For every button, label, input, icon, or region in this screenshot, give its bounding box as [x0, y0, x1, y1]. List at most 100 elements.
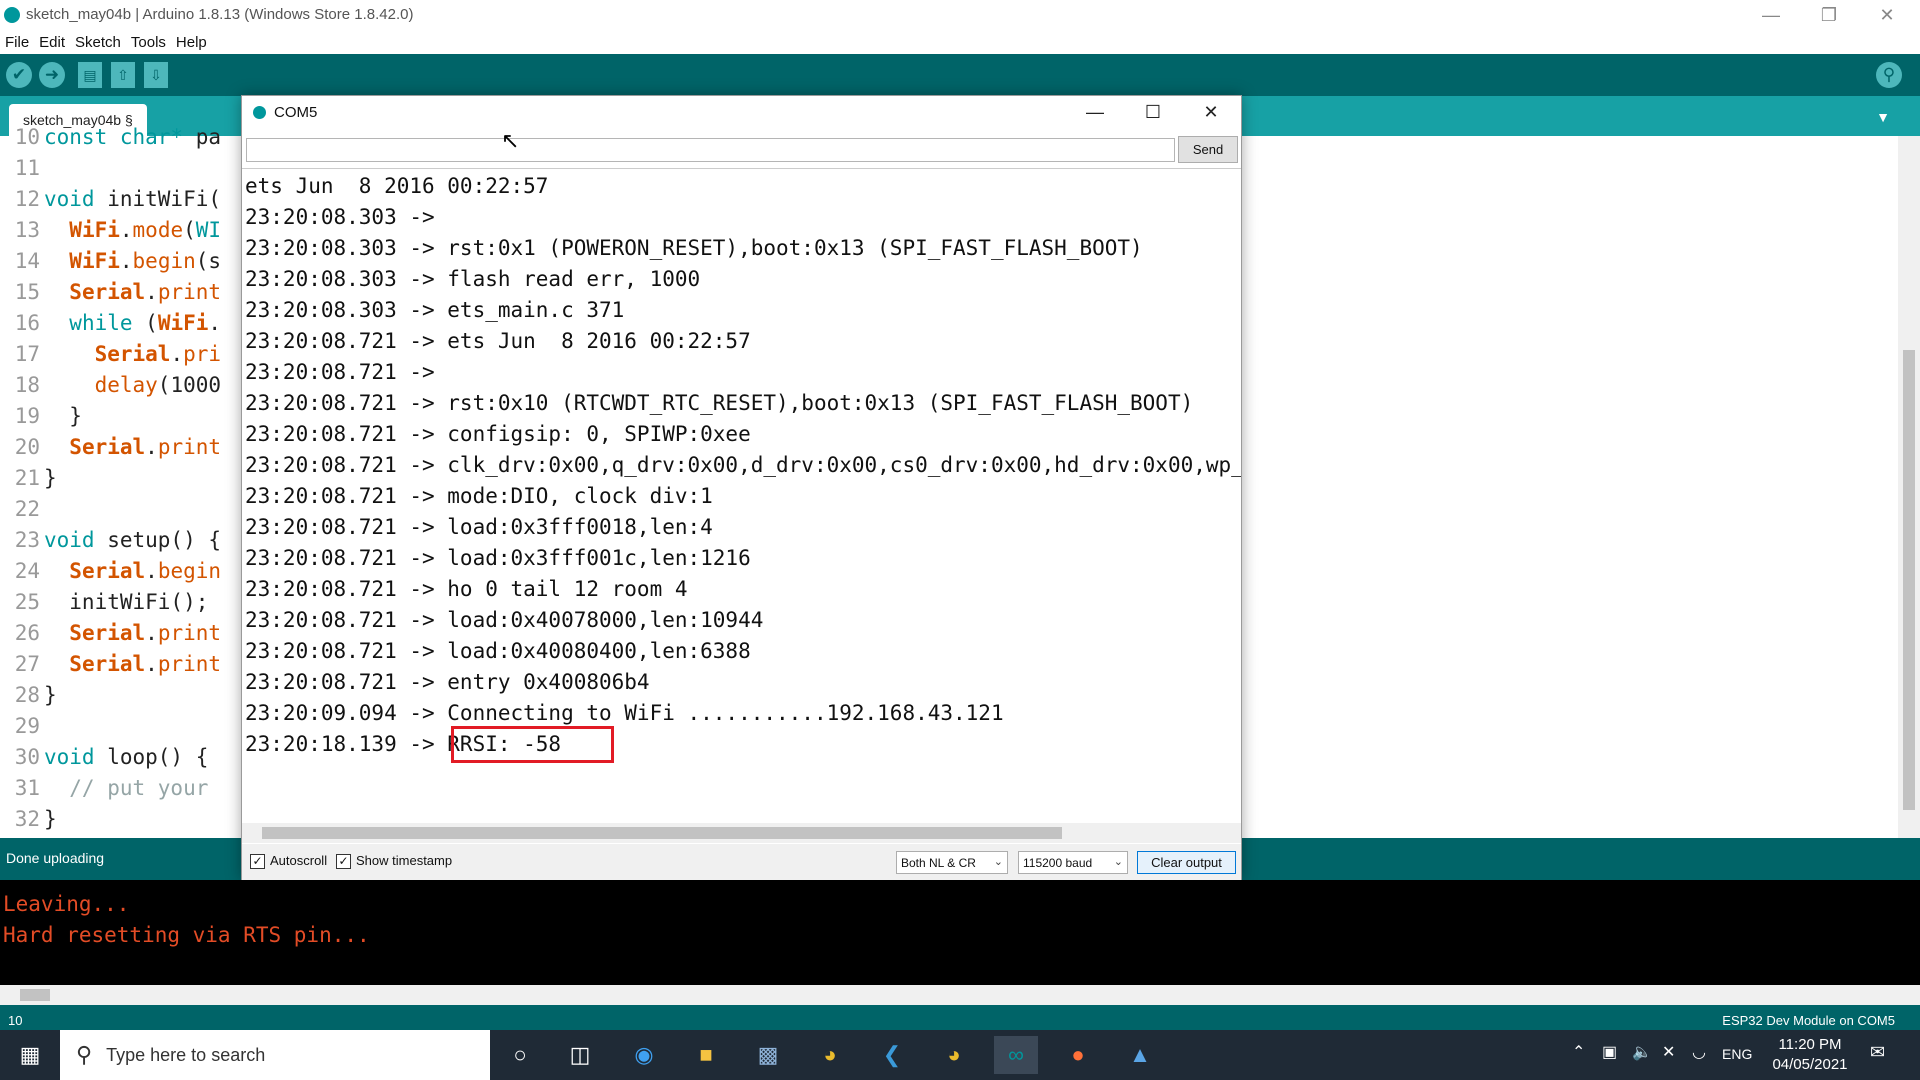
taskbar-clock[interactable]: 11:20 PM 04/05/2021 [1760, 1035, 1860, 1075]
upload-icon[interactable]: ➜ [39, 62, 65, 88]
volume-icon[interactable]: 🔈 [1632, 1042, 1652, 1062]
line-ending-select[interactable]: Both NL & CR ⌄ [896, 851, 1008, 874]
line-number: 11 [14, 156, 40, 180]
open-sketch-icon[interactable]: ⇧ [111, 62, 135, 88]
code-line[interactable]: 26 Serial.print [0, 618, 221, 649]
console-scrollbar[interactable] [0, 985, 1920, 1005]
serial-input-field[interactable] [246, 138, 1175, 162]
code-token: Serial [94, 342, 171, 366]
code-line[interactable]: 20 Serial.print [0, 432, 221, 463]
close-icon[interactable]: ✕ [1858, 0, 1916, 30]
code-token: (1000 [157, 373, 222, 397]
task-view-icon[interactable]: ◫ [558, 1036, 602, 1074]
show-timestamp-label: Show timestamp [356, 853, 453, 868]
code-token: } [44, 807, 57, 831]
verify-icon[interactable]: ✔ [6, 62, 32, 88]
code-line[interactable]: 27 Serial.print [0, 649, 221, 680]
maximize-icon[interactable]: ☐ [1124, 96, 1182, 128]
restore-icon[interactable]: ❐ [1800, 0, 1858, 30]
toolbar: ✔ ➜ ▤ ⇧ ⇩ ⚲ [0, 54, 1920, 96]
code-line[interactable]: 31 // put your [0, 773, 221, 804]
menu-sketch[interactable]: Sketch [75, 34, 121, 51]
code-line[interactable]: 18 delay(1000 [0, 370, 221, 401]
clear-output-button[interactable]: Clear output [1137, 851, 1236, 874]
code-line[interactable]: 24 Serial.begin [0, 556, 221, 587]
tab-menu-chevron-down-icon[interactable]: ▼ [1870, 106, 1896, 128]
save-sketch-icon[interactable]: ⇩ [144, 62, 168, 88]
code-line[interactable]: 25 initWiFi(); [0, 587, 209, 618]
baud-rate-value: 115200 baud [1023, 855, 1093, 870]
serial-output-line: 23:20:08.721 -> load:0x40078000,len:1094… [245, 608, 764, 632]
menu-tools[interactable]: Tools [131, 34, 166, 51]
code-line[interactable]: 23 void setup() { [0, 525, 221, 556]
serial-output-line: 23:20:08.721 -> load:0x3fff0018,len:4 [245, 515, 713, 539]
minimize-icon[interactable]: — [1066, 96, 1124, 128]
code-line[interactable]: 28} [0, 680, 57, 711]
code-token: . [145, 559, 158, 583]
arduino-taskbar-icon[interactable]: ∞ [994, 1036, 1038, 1074]
code-line[interactable]: 30 void loop() { [0, 742, 209, 773]
console-line: Hard resetting via RTS pin... [3, 923, 370, 947]
code-line[interactable]: 13 WiFi.mode(WI [0, 215, 221, 246]
code-line[interactable]: 11 [0, 153, 44, 184]
code-token: . [119, 249, 133, 273]
code-line[interactable]: 16 while (WiFi. [0, 308, 221, 339]
line-number: 17 [14, 342, 40, 366]
vscode-icon[interactable]: ❮ [870, 1036, 914, 1074]
code-line[interactable]: 12 void initWiFi( [0, 184, 221, 215]
code-token: while [69, 311, 146, 335]
windows-start-icon[interactable]: ▦ [0, 1030, 60, 1080]
close-icon[interactable]: ✕ [1182, 96, 1240, 128]
serial-monitor-icon[interactable]: ⚲ [1876, 62, 1902, 88]
status-message: Done uploading [6, 850, 105, 866]
show-timestamp-checkbox[interactable]: ✓ [336, 854, 351, 869]
code-line[interactable]: 15 Serial.print [0, 277, 221, 308]
line-number: 32 [14, 807, 40, 831]
file-explorer-icon[interactable]: ■ [684, 1036, 728, 1074]
language-indicator[interactable]: ENG [1722, 1046, 1752, 1062]
code-line[interactable]: 17 Serial.pri [0, 339, 221, 370]
firefox-icon[interactable]: ● [1056, 1036, 1100, 1074]
code-line[interactable]: 10 const char* pa [0, 122, 221, 153]
code-token: . [145, 621, 158, 645]
code-token: WiFi [69, 249, 120, 273]
network-device-icon[interactable]: ▣ [1602, 1042, 1617, 1062]
line-number: 14 [14, 249, 40, 273]
taskbar-search-box[interactable]: ⚲ Type here to search [60, 1030, 490, 1080]
console-scrollbar-thumb[interactable] [20, 989, 50, 1001]
wifi-icon[interactable]: ◡ [1692, 1042, 1706, 1062]
console-output: Leaving... Hard resetting via RTS pin... [0, 880, 1920, 985]
editor-scrollbar-thumb[interactable] [1903, 350, 1915, 810]
code-line[interactable]: 21} [0, 463, 57, 494]
serial-scrollbar-thumb[interactable] [262, 827, 1062, 839]
code-line[interactable]: 19 } [0, 401, 82, 432]
code-line[interactable]: 32} [0, 804, 57, 835]
line-number: 24 [14, 559, 40, 583]
line-number: 12 [14, 187, 40, 211]
menu-edit[interactable]: Edit [39, 34, 65, 51]
notifications-icon[interactable]: ✉ [1870, 1042, 1885, 1063]
ime-icon[interactable]: ✕ [1662, 1042, 1675, 1062]
menu-file[interactable]: File [5, 34, 29, 51]
minimize-icon[interactable]: — [1742, 0, 1800, 30]
photos-icon[interactable]: ▲ [1118, 1036, 1162, 1074]
code-token: Serial [69, 280, 146, 304]
arduino-app-icon [253, 106, 266, 119]
code-line[interactable]: 14 WiFi.begin(s [0, 246, 221, 277]
code-line[interactable]: 29 [0, 711, 44, 742]
edge-icon[interactable]: ◉ [622, 1036, 666, 1074]
cortana-icon[interactable]: ○ [498, 1036, 542, 1074]
code-line[interactable]: 22 [0, 494, 44, 525]
chrome-icon[interactable]: ◕ [932, 1036, 976, 1074]
chrome-icon[interactable]: ◕ [808, 1036, 852, 1074]
new-sketch-icon[interactable]: ▤ [78, 62, 102, 88]
baud-rate-select[interactable]: 115200 baud ⌄ [1018, 851, 1128, 874]
send-button[interactable]: Send [1178, 136, 1238, 163]
app-icon[interactable]: ▩ [746, 1036, 790, 1074]
autoscroll-checkbox[interactable]: ✓ [250, 854, 265, 869]
menu-help[interactable]: Help [176, 34, 207, 51]
tray-chevron-up-icon[interactable]: ⌃ [1572, 1042, 1585, 1062]
